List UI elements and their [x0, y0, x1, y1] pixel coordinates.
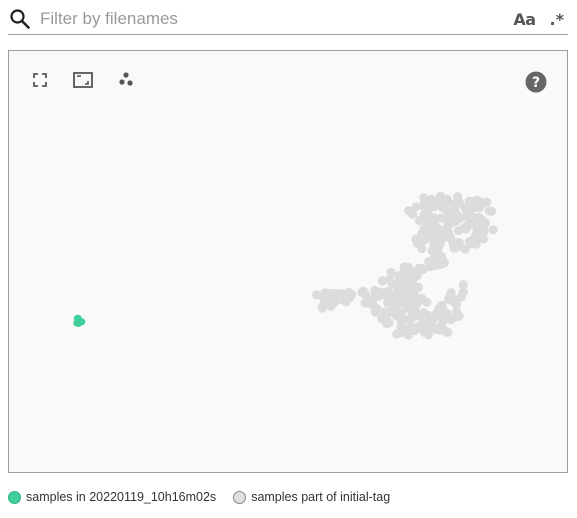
background-point	[451, 312, 461, 322]
background-point	[449, 241, 459, 251]
background-point	[402, 298, 412, 308]
background-point	[460, 203, 470, 213]
filename-filter-input[interactable]	[40, 6, 514, 32]
background-sample-points	[312, 191, 498, 340]
embedding-plot-panel[interactable]: ?	[8, 50, 568, 473]
background-point	[370, 285, 380, 295]
background-point	[453, 211, 463, 221]
background-point	[488, 225, 498, 235]
legend: samples in 20220119_10h16m02s samples pa…	[8, 488, 407, 506]
background-point	[377, 314, 387, 324]
legend-item-background: samples part of initial-tag	[233, 490, 390, 504]
background-point	[486, 206, 497, 216]
embedding-scatter-plot[interactable]	[9, 51, 567, 472]
regex-toggle[interactable]: .*	[550, 10, 564, 29]
background-point	[437, 302, 447, 312]
highlighted-sample-points	[73, 314, 86, 327]
legend-swatch-green	[8, 490, 21, 504]
background-point	[402, 325, 412, 335]
background-point	[360, 298, 370, 308]
legend-item-highlighted: samples in 20220119_10h16m02s	[8, 490, 216, 504]
background-point	[372, 304, 382, 314]
background-point	[445, 291, 455, 301]
background-point	[439, 195, 449, 205]
background-point	[429, 213, 439, 223]
background-point	[404, 314, 414, 324]
background-point	[453, 192, 463, 202]
background-point	[478, 234, 489, 244]
background-point	[418, 215, 428, 225]
background-point	[417, 244, 427, 254]
filter-bar: Aa .*	[8, 4, 568, 35]
search-icon	[10, 9, 30, 29]
background-point	[446, 232, 456, 243]
background-point	[417, 293, 427, 303]
background-point	[476, 223, 486, 234]
match-case-toggle[interactable]: Aa	[513, 10, 536, 29]
background-point	[419, 319, 430, 329]
background-point	[433, 252, 443, 262]
background-point	[317, 302, 327, 312]
background-point	[408, 209, 418, 219]
background-point	[425, 201, 435, 211]
background-point	[434, 325, 444, 335]
background-point	[337, 289, 347, 299]
background-point	[387, 290, 397, 301]
background-point	[414, 310, 425, 320]
legend-label: samples in 20220119_10h16m02s	[26, 490, 217, 504]
background-point	[408, 290, 418, 300]
background-point	[471, 195, 481, 205]
background-point	[399, 285, 409, 295]
background-point	[326, 301, 336, 311]
background-point	[434, 260, 444, 270]
background-point	[435, 311, 445, 321]
background-point	[458, 287, 468, 297]
legend-label: samples part of initial-tag	[251, 490, 391, 504]
legend-swatch-gray	[233, 490, 247, 504]
background-point	[386, 267, 396, 277]
background-point	[443, 327, 453, 337]
highlighted-point	[73, 314, 81, 323]
